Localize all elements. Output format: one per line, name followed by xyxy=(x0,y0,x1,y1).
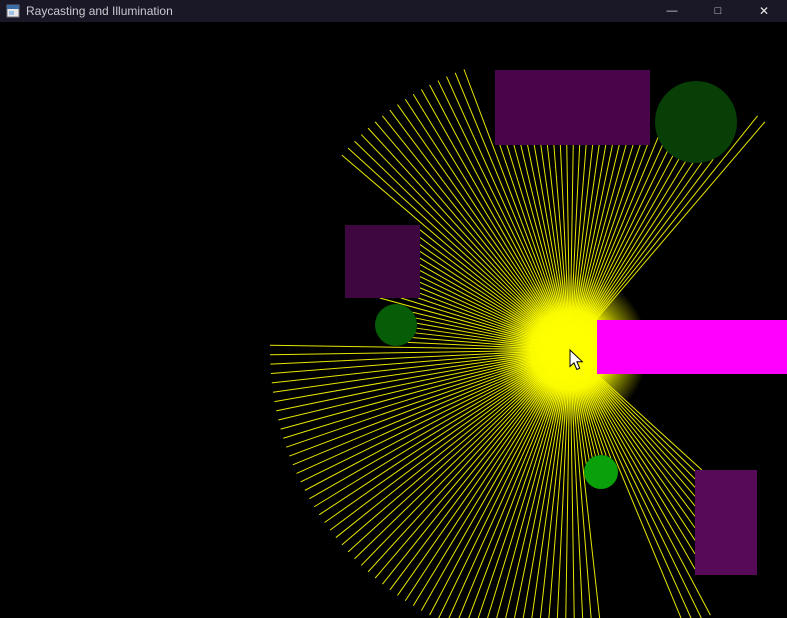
minimize-button[interactable]: — xyxy=(649,0,695,22)
obstacle-dark-green-circle-top-right xyxy=(655,81,737,163)
app-icon[interactable] xyxy=(6,4,20,18)
obstacle-green-circle-bottom xyxy=(584,455,618,489)
scene-svg[interactable] xyxy=(0,22,787,618)
render-canvas[interactable] xyxy=(0,22,787,618)
app-icon-glyph xyxy=(6,4,20,18)
window-title: Raycasting and Illumination xyxy=(26,4,173,18)
obstacle-green-circle-mid-left xyxy=(375,304,417,346)
obstacle-purple-rect-bottom-right xyxy=(695,470,757,575)
close-button[interactable]: ✕ xyxy=(741,0,787,22)
app-window: Raycasting and Illumination — □ ✕ xyxy=(0,0,787,618)
window-controls: — □ ✕ xyxy=(649,0,787,22)
titlebar-left: Raycasting and Illumination xyxy=(0,0,173,22)
titlebar: Raycasting and Illumination — □ ✕ xyxy=(0,0,787,22)
obstacle-magenta-rect-right xyxy=(597,320,787,374)
maximize-button[interactable]: □ xyxy=(695,0,741,22)
obstacle-purple-square-left xyxy=(345,225,420,298)
obstacle-purple-rect-top xyxy=(495,70,650,145)
